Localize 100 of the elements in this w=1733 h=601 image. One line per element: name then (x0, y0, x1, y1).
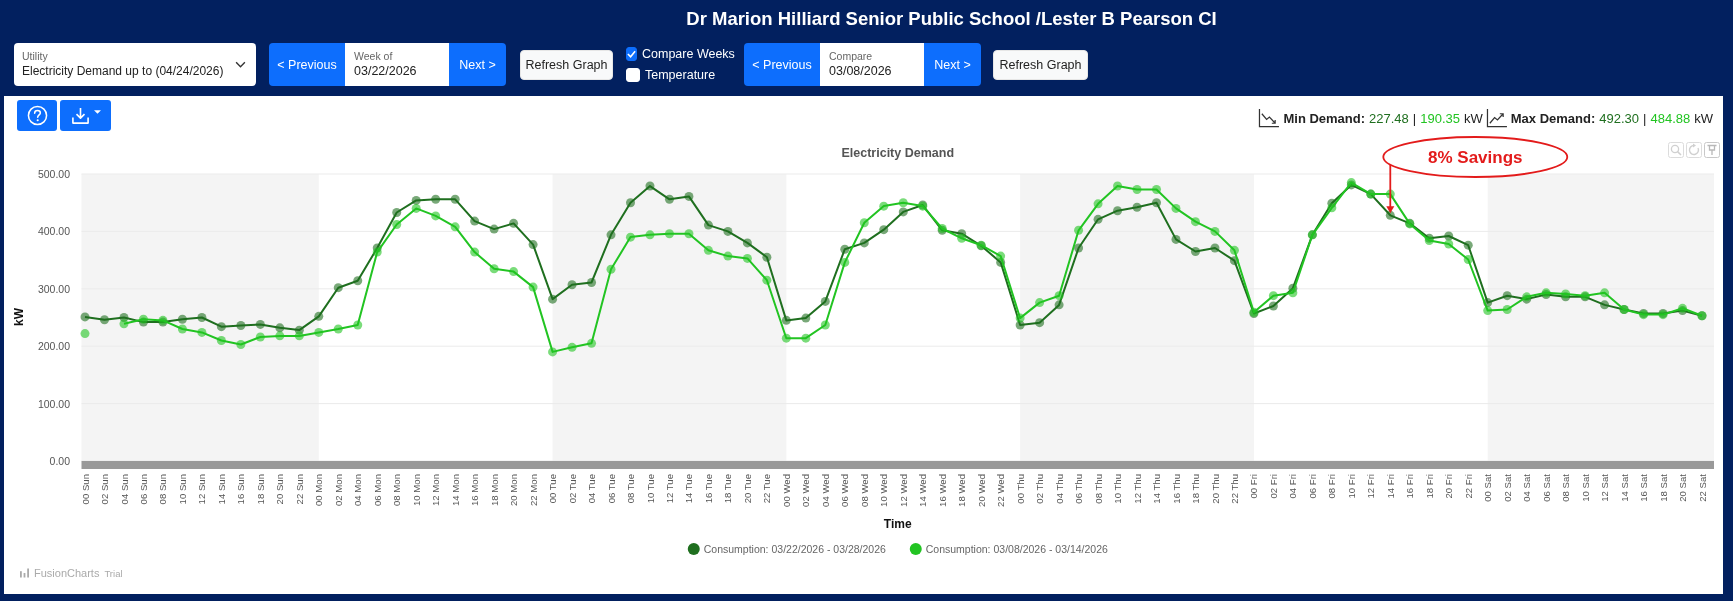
x-tick-label: 04 Fri (1287, 474, 1299, 499)
x-tick-label: 06 Wed (839, 474, 851, 507)
x-tick-label: 22 Thu (1228, 474, 1240, 504)
bar-chart-icon (20, 568, 29, 578)
x-tick-label: 02 Sat (1501, 474, 1513, 502)
x-tick-label: 22 Tue (761, 474, 773, 504)
x-tick-label: 06 Tue (605, 474, 617, 504)
x-tick-label: 14 Thu (1151, 474, 1162, 504)
data-point (645, 230, 655, 240)
legend-label[interactable]: Consumption: 03/22/2026 - 03/28/2026 (703, 543, 886, 555)
data-point (723, 226, 733, 236)
data-point (587, 278, 597, 287)
x-tick-label: 08 Fri (1326, 474, 1338, 499)
y-tick-label: 300.00 (37, 282, 70, 295)
data-point (255, 332, 265, 342)
data-point (1054, 300, 1064, 310)
data-point (528, 282, 538, 292)
data-point (859, 218, 869, 228)
data-point (703, 245, 713, 255)
data-point (762, 252, 772, 262)
data-point (762, 275, 772, 285)
data-point (216, 322, 226, 332)
data-point (840, 244, 850, 254)
x-tick-label: 02 Fri (1267, 474, 1279, 499)
data-point (587, 338, 597, 348)
data-point (723, 251, 733, 261)
checkbox-label[interactable]: Compare Weeks (642, 46, 735, 62)
y-tick-label: 200.00 (37, 340, 70, 353)
data-point (859, 238, 869, 248)
x-tick-label: 12 Wed (897, 474, 909, 507)
data-point (840, 257, 850, 267)
x-tick-label: 08 Sun (157, 474, 169, 505)
x-tick-label: 12 Thu (1131, 474, 1143, 504)
chevron-down-icon (235, 61, 246, 68)
data-point (431, 194, 441, 204)
data-point (275, 331, 285, 341)
data-point (626, 232, 635, 242)
utility-select[interactable]: Utility Electricity Demand up to (04/24/2026) (14, 43, 256, 86)
x-tick-label: 00 Sun (79, 474, 91, 505)
refresh-graph-button[interactable]: Refresh Graph (993, 49, 1088, 80)
week-date-field[interactable]: Week of 03/22/2026 (345, 43, 449, 86)
checkbox[interactable] (626, 47, 637, 61)
x-tick-label: 04 Mon (352, 474, 364, 506)
unit-label: kW (1694, 111, 1713, 126)
data-point (100, 315, 109, 325)
x-tick-label: 20 Mon (508, 474, 520, 506)
x-tick-label: 04 Thu (1053, 474, 1065, 504)
x-tick-label: 12 Mon (430, 474, 442, 506)
checkbox-label[interactable]: Temperature (645, 67, 716, 83)
data-point (820, 296, 830, 306)
x-tick-label: 08 Sat (1560, 474, 1572, 502)
x-tick-label: 18 Wed (956, 474, 968, 507)
x-tick-label: 22 Sun (293, 474, 305, 505)
data-point (606, 230, 616, 240)
chart-down-icon (1258, 109, 1280, 128)
compare-date-field[interactable]: Compare 03/08/2026 (820, 43, 924, 86)
data-point (1229, 256, 1239, 266)
data-point (1385, 210, 1395, 220)
x-tick-label: 14 Sat (1618, 474, 1630, 502)
data-point (1502, 304, 1512, 314)
data-point (1463, 255, 1473, 265)
data-point (1288, 288, 1298, 298)
x-tick-label: 18 Fri (1423, 474, 1435, 499)
data-point (1210, 226, 1220, 236)
data-point (1444, 231, 1454, 241)
data-point (1444, 239, 1454, 249)
data-point (197, 327, 207, 337)
data-point (1171, 203, 1181, 213)
next-week-button[interactable]: Next > (449, 43, 506, 86)
x-tick-label: 08 Thu (1092, 474, 1104, 504)
data-point (664, 194, 674, 204)
x-tick-label: 16 Wed (936, 474, 948, 507)
x-tick-label: 08 Wed (858, 474, 870, 507)
x-tick-label: 18 Sun (254, 474, 266, 505)
next-compare-button[interactable]: Next > (924, 43, 981, 86)
data-point (996, 257, 1006, 267)
data-point (197, 313, 207, 322)
data-point (1035, 298, 1045, 308)
refresh-graph-button[interactable]: Refresh Graph (520, 49, 613, 80)
pin-icon[interactable] (1704, 142, 1720, 158)
data-point (1054, 291, 1064, 301)
x-tick-label: 14 Fri (1384, 474, 1396, 499)
data-point (411, 203, 421, 213)
data-point (372, 247, 382, 257)
data-point (119, 319, 129, 329)
summary-value: 492.30 (1599, 111, 1640, 126)
previous-week-button[interactable]: < Previous (269, 43, 345, 86)
legend-label[interactable]: Consumption: 03/08/2026 - 03/14/2026 (925, 543, 1108, 555)
data-point (548, 347, 558, 357)
data-point (879, 225, 889, 235)
help-button[interactable] (17, 100, 57, 131)
data-point (957, 229, 967, 239)
x-tick-label: 14 Sun (215, 474, 227, 505)
data-point (1502, 291, 1512, 301)
previous-compare-button[interactable]: < Previous (744, 43, 820, 86)
data-point (898, 198, 908, 208)
data-point (1288, 283, 1298, 293)
download-button[interactable] (60, 100, 111, 131)
x-tick-label: 10 Fri (1345, 474, 1357, 499)
callout-text: 8% Savings (1428, 148, 1523, 167)
